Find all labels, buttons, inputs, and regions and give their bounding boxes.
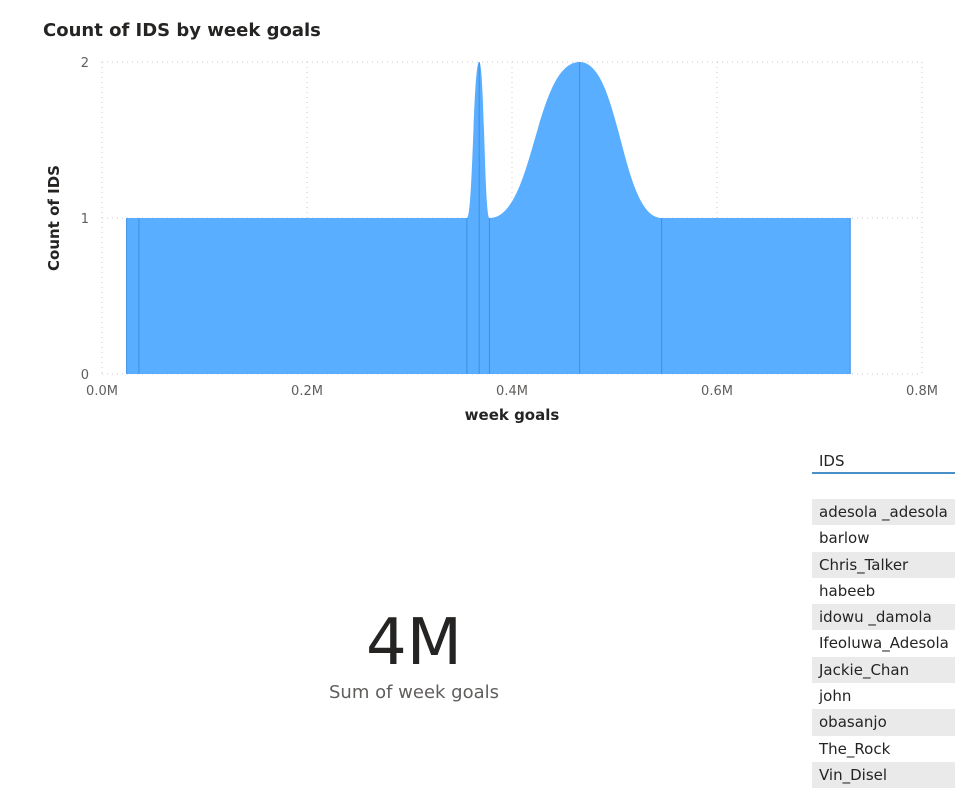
card-label: Sum of week goals [328, 682, 500, 703]
x-tick-label: 0.8M [906, 384, 938, 399]
x-tick-label: 0.0M [86, 384, 118, 399]
x-axis-title: week goals [465, 406, 560, 424]
slicer-item[interactable]: Chris_Talker [812, 551, 955, 578]
slicer-item[interactable]: barlow [812, 525, 955, 551]
slicer-item[interactable]: obasanjo [812, 709, 955, 736]
y-tick-label: 1 [81, 212, 89, 227]
card-value: 4M [366, 606, 462, 680]
x-tick-label: 0.2M [291, 384, 323, 399]
kpi-card: 4M Sum of week goals [252, 600, 576, 703]
slicer-item[interactable]: The_Rock [812, 736, 955, 762]
slicer-header: IDS [812, 442, 955, 474]
slicer-item[interactable]: john [812, 683, 955, 709]
area-fill[interactable] [126, 62, 851, 374]
slicer-item[interactable]: adesola _adesola [812, 499, 955, 526]
slicer-item[interactable]: habeeb [812, 578, 955, 604]
x-tick-label: 0.4M [496, 384, 528, 399]
slicer-item[interactable]: Vin_Disel [812, 761, 955, 789]
series-area[interactable] [126, 62, 851, 374]
slicer-list[interactable]: adesola _adesola barlow Chris_Talker habeeb… [812, 499, 955, 789]
area-chart[interactable]: 0 1 2 0.0M 0.2M 0.4M 0.6M 0.8M week goals Count… [0, 0, 964, 440]
ids-slicer[interactable]: IDS adesola _adesola barlow Chris_Talker ha… [812, 442, 955, 789]
y-tick-label: 0 [81, 368, 89, 383]
y-tick-label: 2 [81, 56, 89, 71]
slicer-item[interactable]: idowu _damola [812, 604, 955, 631]
slicer-item[interactable]: Jackie_Chan [812, 656, 955, 684]
y-axis-title: Count of IDS [45, 165, 63, 271]
x-tick-label: 0.6M [701, 384, 733, 399]
slicer-item[interactable]: Ifeoluwa_Adesola [812, 630, 955, 656]
